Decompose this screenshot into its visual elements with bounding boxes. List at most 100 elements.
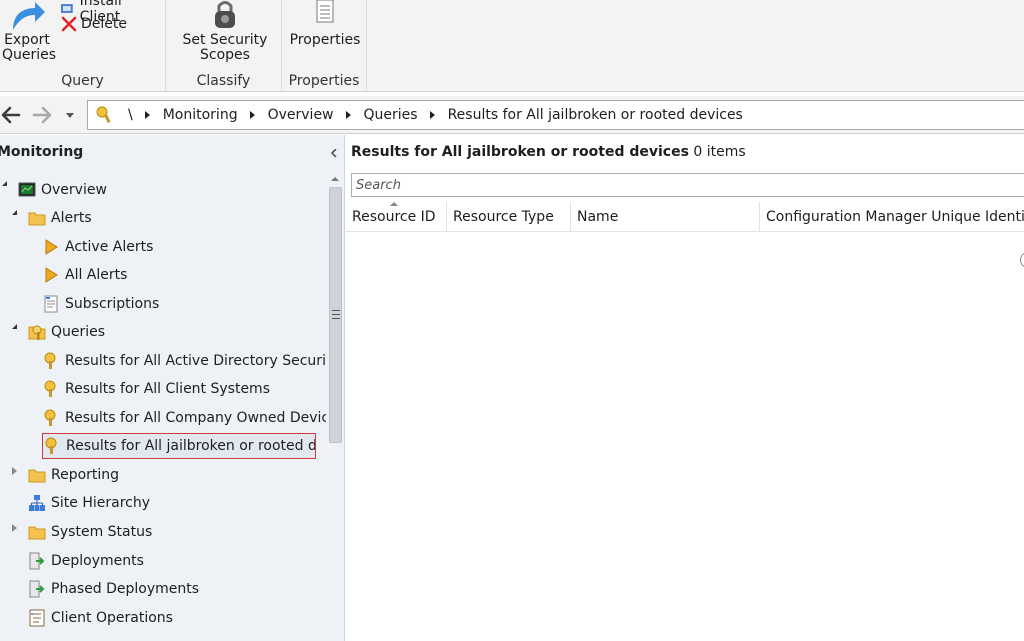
tree-expander-overview[interactable] [2, 181, 7, 186]
details-pane-handle[interactable] [1020, 252, 1024, 268]
tree-item-label: Deployments [51, 553, 144, 569]
tree-item-queries[interactable]: Queries [28, 319, 105, 345]
tree-item-alerts[interactable]: Alerts [28, 205, 92, 231]
address-bar: \ Monitoring Overview Queries Results fo… [0, 96, 1024, 134]
export-queries-button[interactable]: Export Queries [2, 0, 57, 63]
tree-item-query-company-owned-devices[interactable]: Results for All Company Owned Devices [42, 405, 345, 431]
set-security-scopes-label: Set Security Scopes [182, 32, 268, 63]
tree-item-overview[interactable]: Overview [18, 177, 107, 203]
set-security-scopes-button[interactable]: Set Security Scopes [180, 0, 270, 63]
results-grid-header: Resource ID Resource Type Name Configura… [346, 202, 1024, 232]
pane-title: Monitoring [0, 144, 84, 160]
tree-item-all-alerts[interactable]: All Alerts [42, 262, 127, 288]
tree-item-reporting[interactable]: Reporting [28, 462, 119, 488]
tree-item-label: Phased Deployments [51, 581, 200, 597]
tree-expander-alerts[interactable] [12, 210, 17, 215]
tree-item-label: Overview [41, 182, 107, 198]
hierarchy-icon [28, 494, 46, 512]
sort-ascending-icon [390, 202, 398, 206]
query-icon [42, 409, 60, 427]
deployment-icon [28, 580, 46, 598]
column-header-resource-id[interactable]: Resource ID [346, 202, 447, 232]
tree-item-query-client-systems[interactable]: Results for All Client Systems [42, 376, 270, 402]
collapse-pane-button[interactable] [328, 147, 340, 159]
tree-expander-queries[interactable] [12, 324, 17, 329]
properties-button[interactable]: Properties [286, 0, 364, 48]
scrollbar-grip-icon [332, 310, 340, 319]
tree-item-query-ad-security-groups[interactable]: Results for All Active Directory Securit… [42, 348, 345, 374]
history-dropdown[interactable] [62, 104, 78, 126]
install-client-icon [60, 4, 73, 13]
column-header-label: Configuration Manager Unique Identifier [766, 209, 1024, 225]
ribbon: Export Queries Install Client Delete Que… [0, 0, 1024, 92]
query-icon [43, 437, 61, 455]
overview-icon [18, 181, 36, 199]
column-header-resource-type[interactable]: Resource Type [447, 202, 571, 232]
tree-expander-reporting[interactable] [12, 467, 17, 475]
client-operations-icon [28, 609, 46, 627]
query-group-label: Query [61, 73, 104, 89]
properties-sheet-icon [316, 0, 334, 23]
ribbon-group-properties: Properties Properties [282, 0, 367, 92]
search-input[interactable] [351, 173, 1024, 197]
tree-item-label: System Status [51, 524, 153, 540]
back-arrow-icon [1, 106, 21, 124]
forward-button[interactable] [31, 104, 53, 126]
properties-group-label: Properties [288, 73, 360, 89]
tree-item-site-hierarchy[interactable]: Site Hierarchy [28, 490, 150, 516]
tree-item-label: Active Alerts [65, 239, 154, 255]
scroll-up-arrow[interactable] [331, 177, 339, 181]
ribbon-group-classify: Set Security Scopes Classify [166, 0, 282, 92]
breadcrumb-separator[interactable] [345, 111, 351, 119]
ribbon-group-query: Export Queries Install Client Delete Que… [0, 0, 166, 92]
tree-item-label: Alerts [51, 210, 92, 226]
chevron-left-icon [331, 149, 337, 157]
delete-x-icon [61, 16, 77, 32]
tree-item-label: Results for All Active Directory Securit… [65, 353, 345, 369]
export-arrow-icon [13, 2, 45, 30]
breadcrumb-item-monitoring[interactable]: Monitoring [163, 107, 238, 123]
subscription-icon [42, 295, 60, 313]
breadcrumb-separator[interactable] [144, 111, 150, 119]
breadcrumb-separator[interactable] [249, 111, 255, 119]
alert-icon [42, 238, 60, 256]
delete-label: Delete [81, 16, 127, 32]
folder-icon [28, 466, 46, 484]
tree-item-system-status[interactable]: System Status [28, 519, 152, 545]
alert-icon [42, 266, 60, 284]
properties-label: Properties [289, 32, 361, 48]
breadcrumb-separator[interactable] [429, 111, 435, 119]
breadcrumb[interactable]: \ Monitoring Overview Queries Results fo… [87, 100, 1024, 130]
tree-expander-system-status[interactable] [12, 524, 17, 532]
column-header-label: Resource ID [352, 209, 436, 225]
breadcrumb-item-queries[interactable]: Queries [364, 107, 418, 123]
deployment-icon [28, 552, 46, 570]
tree-item-phased-deployments[interactable]: Phased Deployments [28, 576, 199, 602]
back-button[interactable] [0, 104, 22, 126]
tree-item-label: All Alerts [65, 267, 128, 283]
tree-item-deployments[interactable]: Deployments [28, 548, 144, 574]
delete-button[interactable]: Delete [61, 16, 127, 32]
query-key-icon [96, 106, 111, 124]
tree-item-subscriptions[interactable]: Subscriptions [42, 291, 159, 317]
export-queries-label: Export Queries [2, 32, 57, 63]
results-header: Results for All jailbroken or rooted dev… [351, 144, 746, 160]
tree-item-label: Results for All jailbroken or rooted dev… [66, 438, 316, 454]
folder-icon [28, 209, 46, 227]
tree-item-client-operations[interactable]: Client Operations [28, 605, 173, 631]
tree-item-query-jailbroken-devices[interactable]: Results for All jailbroken or rooted dev… [42, 433, 316, 459]
column-header-name[interactable]: Name [571, 202, 760, 232]
breadcrumb-root[interactable]: \ [128, 107, 133, 123]
tree-item-active-alerts[interactable]: Active Alerts [42, 234, 153, 260]
breadcrumb-item-overview[interactable]: Overview [268, 107, 334, 123]
tree-item-label: Results for All Company Owned Devices [65, 410, 345, 426]
breadcrumb-item-current[interactable]: Results for All jailbroken or rooted dev… [448, 107, 743, 123]
tree-item-label: Queries [51, 324, 106, 340]
tree-item-label: Results for All Client Systems [65, 381, 270, 397]
query-folder-icon [28, 323, 46, 341]
query-icon [42, 380, 60, 398]
column-header-unique-identifier[interactable]: Configuration Manager Unique Identifier [760, 202, 1024, 232]
chevron-down-icon [66, 112, 74, 118]
results-count: 0 items [693, 144, 746, 160]
forward-arrow-icon [32, 106, 52, 124]
